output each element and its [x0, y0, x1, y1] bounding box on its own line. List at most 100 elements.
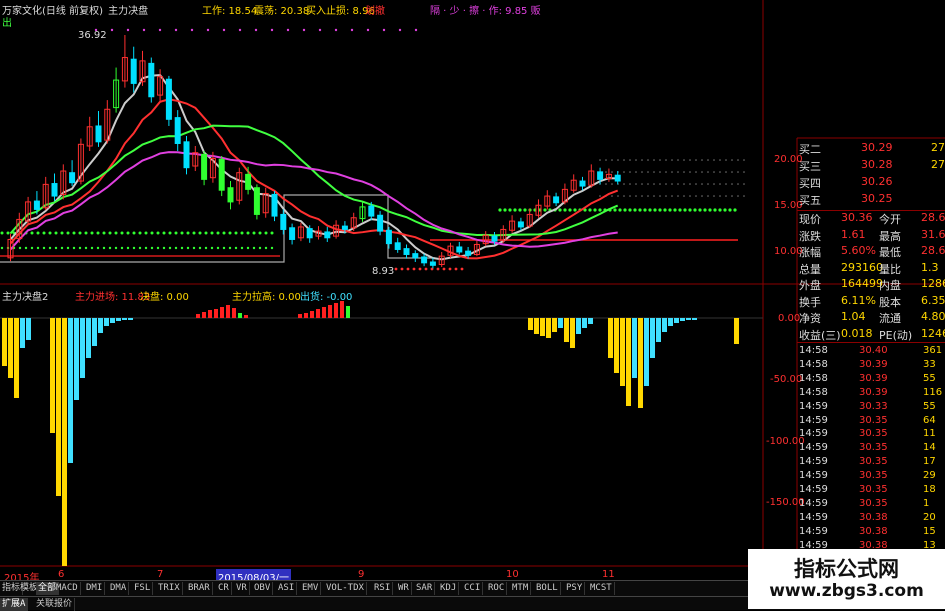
- tab-vol-tdx[interactable]: VOL-TDX: [324, 582, 367, 595]
- tab-psy[interactable]: PSY: [564, 582, 586, 595]
- mini-bar: [244, 315, 248, 318]
- grid-dot: [677, 171, 679, 173]
- mini-bar: [298, 314, 302, 318]
- support-dot: [132, 231, 136, 235]
- grid-dot: [731, 183, 733, 185]
- support-dot: [36, 246, 40, 250]
- tab-dmi[interactable]: DMI: [84, 582, 106, 595]
- ma20-line: [9, 124, 619, 237]
- candle: [412, 250, 419, 262]
- candle-body: [377, 214, 384, 232]
- candle: [289, 223, 296, 245]
- mini-bar: [208, 310, 212, 318]
- grid-dot: [713, 159, 715, 161]
- support-dot: [508, 208, 512, 212]
- tab-trix[interactable]: TRIX: [156, 582, 183, 595]
- support-dot: [728, 208, 732, 212]
- sub-bar: [528, 318, 533, 330]
- support-dot: [633, 208, 637, 212]
- tab-cci[interactable]: CCI: [462, 582, 484, 595]
- tab-sar[interactable]: SAR: [414, 582, 436, 595]
- support-dot: [144, 231, 148, 235]
- grid-dot: [617, 195, 619, 197]
- support-dot: [192, 231, 196, 235]
- sub-bar: [734, 318, 739, 344]
- tab-brar[interactable]: BRAR: [186, 582, 213, 595]
- tab-extend[interactable]: 扩展A: [0, 598, 29, 611]
- sub-mini-bars: [196, 301, 350, 318]
- support-dot: [240, 246, 244, 250]
- signal-dot: [206, 28, 210, 32]
- support-dots: [0, 28, 737, 271]
- candle: [297, 222, 304, 242]
- quote-stat-row: 总量 293160 量比 1.3: [799, 260, 939, 276]
- grid-dot: [737, 195, 739, 197]
- support-dot: [252, 231, 256, 235]
- tab-roc[interactable]: ROC: [486, 582, 508, 595]
- grid-dot: [671, 183, 673, 185]
- watermark-title: 指标公式网: [794, 557, 899, 581]
- tab-boll[interactable]: BOLL: [534, 582, 561, 595]
- grid-dot: [653, 171, 655, 173]
- sub-bar: [8, 318, 13, 378]
- grid-dot: [665, 195, 667, 197]
- grid-dot: [659, 183, 661, 185]
- tab-asi[interactable]: ASI: [276, 582, 298, 595]
- resist-dot: [406, 267, 410, 271]
- tick-row: 14:59 30.35 18: [799, 484, 936, 495]
- support-dot: [673, 208, 677, 212]
- support-dot: [126, 246, 130, 250]
- grid-dot: [737, 183, 739, 185]
- grid-dot: [665, 159, 667, 161]
- tab-related-quote[interactable]: 关联报价: [34, 598, 76, 611]
- tab-mtm[interactable]: MTM: [510, 582, 532, 595]
- tab-macd[interactable]: MACD: [54, 582, 81, 595]
- support-dot: [180, 246, 184, 250]
- sub-bar: [68, 318, 73, 463]
- tab-dma[interactable]: DMA: [108, 582, 130, 595]
- indicator-name: 主力决盘: [108, 6, 149, 17]
- candle-body: [33, 200, 40, 210]
- tick-list[interactable]: 14:58 30.40 361 14:58 30.39 33 14:58 30.39 55 14:…: [797, 343, 945, 553]
- signal-dot: [190, 28, 194, 32]
- candle: [509, 215, 516, 233]
- tab-cr[interactable]: CR: [216, 582, 232, 595]
- support-dot: [718, 208, 722, 212]
- signal-dot: [382, 28, 386, 32]
- support-dot: [638, 208, 642, 212]
- grid-dot: [635, 171, 637, 173]
- candle-body: [491, 235, 498, 242]
- grid-dot: [707, 159, 709, 161]
- sub-bar: [558, 318, 563, 328]
- sub-bar: [668, 318, 673, 326]
- tab-obv[interactable]: OBV: [252, 582, 274, 595]
- candle: [245, 166, 252, 195]
- tab-rsi[interactable]: RSI: [372, 582, 394, 595]
- support-dot: [678, 208, 682, 212]
- mini-bar: [316, 309, 320, 318]
- sub-bar: [620, 318, 625, 386]
- sub-bar: [534, 318, 539, 334]
- tab-kdj[interactable]: KDJ: [438, 582, 460, 595]
- candle-body: [385, 229, 392, 245]
- grid-dot: [743, 183, 745, 185]
- tab-emv[interactable]: EMV: [300, 582, 322, 595]
- tab-vr[interactable]: VR: [234, 582, 250, 595]
- candle-body: [271, 193, 278, 217]
- resist-dot: [394, 267, 398, 271]
- grid-dot: [713, 195, 715, 197]
- tab-fsl[interactable]: FSL: [132, 582, 154, 595]
- support-dot: [228, 246, 232, 250]
- support-dot: [264, 231, 268, 235]
- support-dot: [210, 231, 214, 235]
- tab-wr[interactable]: WR: [396, 582, 412, 595]
- candle: [183, 135, 190, 175]
- candle-body: [403, 248, 410, 255]
- support-dot: [30, 231, 34, 235]
- grid-dot: [683, 171, 685, 173]
- sub-bar: [116, 318, 121, 321]
- grid-dot: [647, 171, 649, 173]
- sub-bar: [80, 318, 85, 378]
- tab-mcst[interactable]: MCST: [588, 582, 615, 595]
- support-dot: [192, 246, 196, 250]
